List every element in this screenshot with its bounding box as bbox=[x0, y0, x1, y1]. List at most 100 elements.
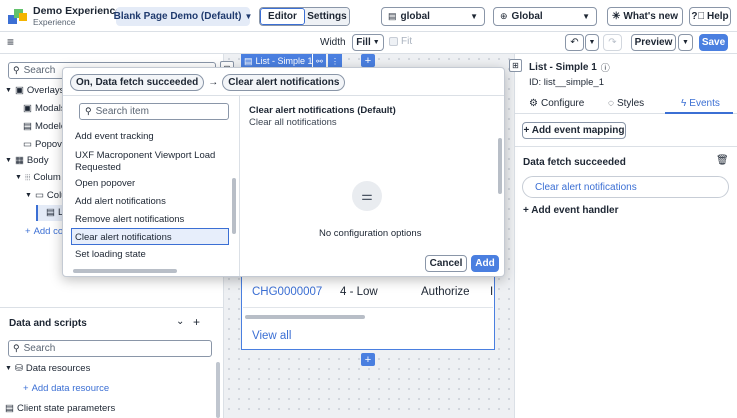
save-button[interactable]: Save bbox=[699, 34, 728, 51]
mode-tabs: Editor Settings bbox=[259, 7, 350, 26]
detail-title: Clear alert notifications (Default) bbox=[249, 105, 396, 116]
tree-columns[interactable]: ▼ ⦙⦙⦙ Colum bbox=[15, 172, 61, 183]
tree-body[interactable]: ▼ ▦ Body bbox=[5, 155, 49, 166]
tree-modeless[interactable]: ▤ Modele bbox=[23, 121, 66, 132]
modal-icon: ▣ bbox=[23, 103, 32, 114]
divider bbox=[0, 307, 224, 308]
modeless-icon: ▤ bbox=[23, 121, 32, 132]
fit-checkbox[interactable]: Fit bbox=[389, 36, 412, 47]
top-bar: Demo Experience Experience Blank Page De… bbox=[0, 0, 737, 32]
action-list-hscrollbar[interactable] bbox=[73, 269, 177, 273]
sub-toolbar: ≡ Width Fill ▼ Fit ↶ ▼ ↷ Preview ▼ Save bbox=[0, 32, 737, 54]
tree-list-item[interactable]: ▤ L bbox=[46, 207, 63, 218]
collapse-icon[interactable]: ⌄ bbox=[176, 316, 184, 327]
action-option[interactable]: Clear alert notifications bbox=[75, 232, 172, 243]
list-row[interactable]: CHG0000007 4 - Low Authorize I bbox=[243, 279, 493, 307]
tree-column[interactable]: ▼ ▭ Colu bbox=[25, 190, 66, 201]
tree-popovers[interactable]: ▭ Popove bbox=[23, 139, 67, 150]
tree-modals[interactable]: ▣ Modals bbox=[23, 103, 66, 114]
body-icon: ▦ bbox=[14, 155, 24, 166]
chevron-down-icon: ▼ bbox=[470, 12, 478, 21]
tree-overlays[interactable]: ▼ ▣ Overlays bbox=[5, 85, 64, 96]
action-option[interactable]: Add event tracking bbox=[75, 131, 154, 142]
caret-down-icon: ▼ bbox=[15, 174, 22, 181]
preview-options-button[interactable]: ▼ bbox=[678, 34, 693, 51]
undo-icon: ↶ bbox=[570, 37, 579, 48]
item-search-placeholder: Search item bbox=[95, 106, 149, 117]
action-list-scrollbar[interactable] bbox=[232, 178, 236, 234]
width-select[interactable]: Fill ▼ bbox=[352, 34, 384, 51]
record-priority: 4 - Low bbox=[340, 286, 378, 298]
list-tag-label: List - Simple 1 bbox=[255, 56, 313, 66]
tree-data-resources[interactable]: ▼ ⛁ Data resources bbox=[5, 363, 90, 374]
action-list: Add event tracking UXF Macroponent Viewp… bbox=[63, 126, 239, 268]
add-below-button[interactable]: + bbox=[361, 353, 375, 366]
breadcrumb-event[interactable]: On, Data fetch succeeded bbox=[70, 74, 205, 91]
list-horizontal-scrollbar[interactable] bbox=[245, 315, 365, 319]
whats-new-label: What's new bbox=[623, 11, 678, 22]
redo-button[interactable]: ↷ bbox=[603, 34, 622, 51]
cancel-button[interactable]: Cancel bbox=[425, 255, 467, 272]
event-action-item[interactable]: Clear alert notifications bbox=[522, 176, 729, 198]
plus-icon: + bbox=[25, 226, 31, 237]
tab-styles[interactable]: ◌ Styles bbox=[608, 98, 644, 109]
add-icon[interactable]: + bbox=[193, 315, 200, 329]
undo-history-button[interactable]: ▼ bbox=[585, 34, 599, 51]
view-all-link[interactable]: View all bbox=[252, 330, 291, 342]
page-select[interactable]: Blank Page Demo (Default) ▼ bbox=[114, 7, 253, 26]
add-data-resource-link[interactable]: + Add data resource bbox=[23, 383, 109, 394]
record-state: Authorize bbox=[421, 286, 470, 298]
tab-editor[interactable]: Editor bbox=[260, 8, 305, 25]
data-search[interactable]: ⚲ Search bbox=[8, 340, 212, 357]
tab-configure[interactable]: ⚙ Configure bbox=[529, 98, 584, 109]
breadcrumb: On, Data fetch succeeded → Clear alert n… bbox=[70, 74, 346, 91]
record-number-link[interactable]: CHG0000007 bbox=[252, 286, 322, 298]
undo-button[interactable]: ↶ bbox=[565, 34, 584, 51]
tab-events-indicator bbox=[665, 112, 733, 114]
trash-icon[interactable]: 🗑 bbox=[716, 155, 729, 166]
plus-icon: + bbox=[23, 383, 29, 394]
caret-down-icon: ▼ bbox=[244, 12, 253, 21]
tree-client-state[interactable]: ▤ Client state parameters bbox=[5, 403, 115, 414]
components-search-placeholder: Search bbox=[23, 65, 56, 76]
info-icon[interactable]: ⓘ bbox=[601, 61, 610, 74]
app-logo bbox=[8, 7, 28, 25]
item-search[interactable]: ⚲ Search item bbox=[79, 103, 229, 120]
breadcrumb-action[interactable]: Clear alert notifications bbox=[222, 74, 346, 91]
caret-down-icon: ▼ bbox=[25, 192, 32, 199]
tab-settings[interactable]: Settings bbox=[305, 8, 349, 25]
action-option[interactable]: Set loading state bbox=[75, 249, 146, 260]
global-select[interactable]: ⊕ Global ▼ bbox=[493, 7, 597, 26]
add-event-handler-link[interactable]: + Add event handler bbox=[523, 205, 618, 216]
add-above-button[interactable]: + bbox=[361, 54, 375, 67]
list-tag[interactable]: ▤ List - Simple 1 bbox=[241, 54, 316, 68]
sparkle-icon: ✳ bbox=[612, 11, 621, 22]
overlay-icon: ▣ bbox=[14, 85, 24, 96]
add-event-mapping-button[interactable]: + Add event mapping bbox=[522, 122, 626, 139]
menu-icon[interactable]: ≡ bbox=[7, 35, 14, 49]
more-icon[interactable]: ⋮ bbox=[328, 54, 342, 68]
whats-new-button[interactable]: ✳ What's new bbox=[607, 7, 683, 26]
action-option[interactable]: Remove alert notifications bbox=[75, 214, 184, 225]
palette-icon: ◌ bbox=[608, 98, 614, 109]
client-state-icon: ▤ bbox=[5, 403, 14, 414]
preview-button[interactable]: Preview bbox=[631, 34, 676, 51]
action-option[interactable]: Add alert notifications bbox=[75, 196, 166, 207]
help-label: Help bbox=[706, 11, 729, 22]
data-scrollbar[interactable] bbox=[216, 362, 220, 418]
link-icon[interactable]: ⚯ bbox=[312, 54, 326, 68]
component-title: List - Simple 1 ⓘ bbox=[529, 61, 610, 74]
add-button[interactable]: Add bbox=[471, 255, 499, 272]
action-option[interactable]: Open popover bbox=[75, 178, 135, 189]
action-option[interactable]: UXF Macroponent Viewport Load Requested bbox=[75, 150, 223, 174]
help-button[interactable]: ?⃝ Help bbox=[689, 7, 731, 26]
scope-select[interactable]: ▤ global ▼ bbox=[381, 7, 485, 26]
arrow-right-icon: → bbox=[208, 77, 219, 88]
tab-events[interactable]: ϟ Events bbox=[681, 98, 720, 109]
caret-down-icon: ▼ bbox=[5, 87, 12, 94]
add-content-link[interactable]: + Add co bbox=[25, 226, 63, 237]
expand-panel-icon[interactable]: ⊞ bbox=[509, 59, 522, 72]
popover-icon: ▭ bbox=[23, 139, 32, 150]
detail-scrollbar[interactable] bbox=[498, 138, 502, 194]
add-content-label: Add co bbox=[33, 226, 64, 237]
